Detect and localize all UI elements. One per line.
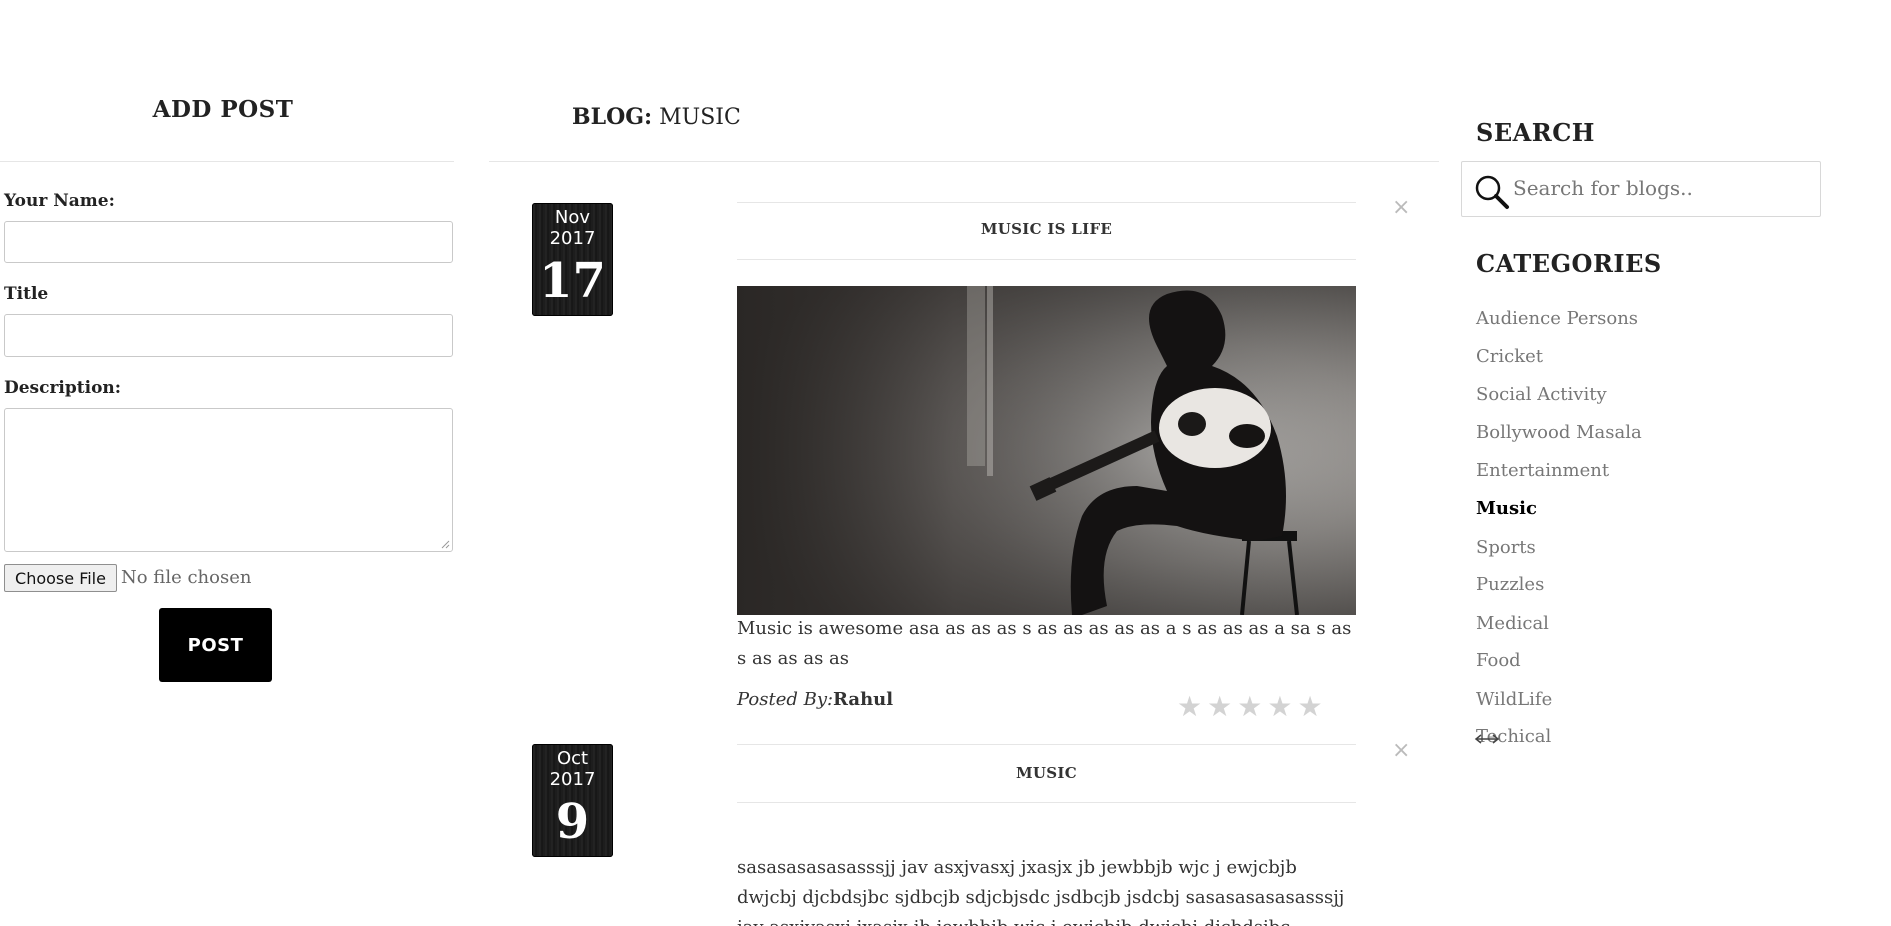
divider	[737, 802, 1356, 803]
drag-cursor-icon	[1474, 734, 1500, 744]
resize-handle-icon[interactable]	[440, 539, 450, 549]
close-icon[interactable]: ×	[1392, 738, 1410, 763]
category-link[interactable]: Social Activity	[1476, 384, 1607, 405]
rating-stars: ★ ★ ★ ★ ★	[1177, 690, 1328, 723]
file-status-text: No file chosen	[121, 567, 252, 588]
post-month-year: Nov 2017	[549, 207, 596, 249]
post-button[interactable]: POST	[159, 608, 272, 682]
blog-heading-category: MUSIC	[659, 105, 741, 130]
post-day: 17	[539, 253, 606, 309]
choose-file-button[interactable]: Choose File	[4, 564, 117, 592]
categories-heading: CATEGORIES	[1476, 249, 1662, 278]
post-byline: Posted By:Rahul	[737, 689, 893, 710]
post-title[interactable]: MUSIC	[737, 764, 1356, 782]
search-icon[interactable]	[1474, 174, 1510, 210]
category-link[interactable]: Medical	[1476, 613, 1549, 634]
post-month-year: Oct 2017	[549, 748, 596, 790]
title-label: Title	[4, 284, 49, 304]
add-post-title: ADD POST	[152, 96, 294, 123]
post-image-guitarist	[737, 286, 1356, 616]
divider	[737, 744, 1356, 745]
your-name-label: Your Name:	[4, 191, 115, 211]
blog-heading: BLOG: MUSIC	[572, 104, 741, 130]
title-input[interactable]	[4, 314, 453, 357]
divider	[737, 259, 1356, 260]
star-icon[interactable]: ★	[1237, 690, 1262, 723]
description-textarea[interactable]	[4, 408, 453, 552]
post-date-tile: Oct 2017 9	[532, 744, 613, 857]
divider	[489, 161, 1439, 162]
close-icon[interactable]: ×	[1392, 195, 1410, 220]
category-link[interactable]: Bollywood Masala	[1476, 422, 1642, 443]
category-link[interactable]: Audience Persons	[1476, 308, 1638, 329]
category-link[interactable]: WildLife	[1476, 689, 1552, 710]
post-body-text: sasasasasasasssjj jav asxjvasxj jxasjx j…	[737, 857, 1345, 926]
category-link[interactable]: Food	[1476, 650, 1521, 671]
post-author[interactable]: Rahul	[833, 689, 893, 710]
search-heading: SEARCH	[1476, 118, 1595, 147]
star-icon[interactable]: ★	[1177, 690, 1202, 723]
search-placeholder: Search for blogs..	[1513, 176, 1693, 200]
description-label: Description:	[4, 378, 122, 398]
category-link[interactable]: Cricket	[1476, 346, 1543, 367]
category-link-active[interactable]: Music	[1476, 498, 1537, 519]
blog-heading-prefix: BLOG:	[572, 104, 653, 130]
star-icon[interactable]: ★	[1267, 690, 1292, 723]
post-title[interactable]: MUSIC IS LIFE	[737, 220, 1356, 238]
category-link[interactable]: Sports	[1476, 537, 1536, 558]
your-name-input[interactable]	[4, 221, 453, 263]
post-day: 9	[555, 794, 590, 850]
divider	[737, 202, 1356, 203]
category-link[interactable]: Puzzles	[1476, 574, 1544, 595]
star-icon[interactable]: ★	[1207, 690, 1232, 723]
star-icon[interactable]: ★	[1297, 690, 1322, 723]
posted-by-label: Posted By:	[737, 689, 834, 710]
divider	[0, 161, 454, 162]
post-body-text: Music is awesome asa as as as s as as as…	[737, 618, 1352, 669]
post-date-tile: Nov 2017 17	[532, 203, 613, 316]
category-link[interactable]: Entertainment	[1476, 460, 1609, 481]
